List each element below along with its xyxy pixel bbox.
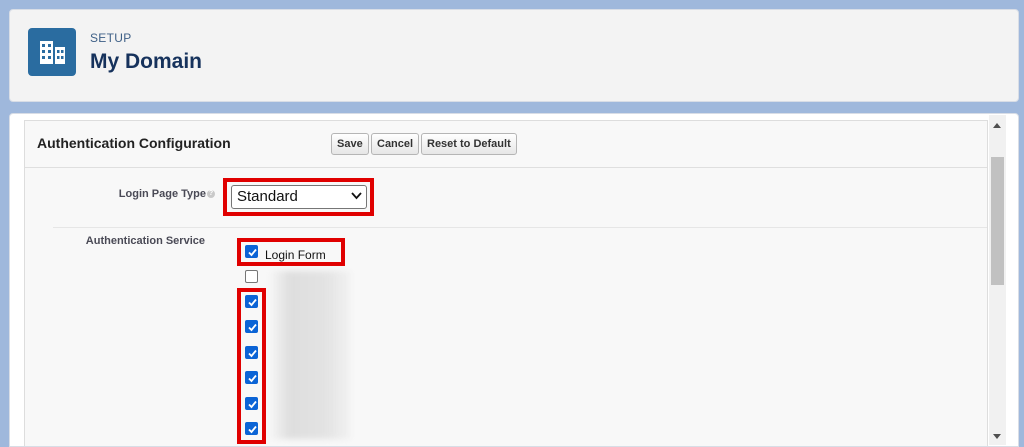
main-content: Authentication Configuration Save Cancel… [9, 113, 1019, 447]
scroll-up-icon[interactable] [993, 123, 1001, 128]
check-icon [248, 248, 257, 257]
redacted-provider-names [269, 271, 351, 439]
section-title: Authentication Configuration [37, 135, 231, 151]
authentication-configuration-panel: Authentication Configuration Save Cancel… [24, 120, 988, 446]
auth-provider-checkbox[interactable] [245, 295, 258, 308]
check-icon [248, 374, 257, 383]
breadcrumb-setup: SETUP [90, 31, 132, 45]
help-icon[interactable]: ? [207, 190, 215, 199]
login-page-type-select[interactable]: Standard [231, 185, 367, 209]
login-form-label: Login Form [265, 248, 326, 262]
authentication-service-label: Authentication Service [85, 235, 205, 247]
check-icon [248, 323, 257, 332]
save-button[interactable]: Save [331, 133, 369, 155]
check-icon [248, 298, 257, 307]
scroll-down-icon[interactable] [993, 434, 1001, 439]
login-page-type-value: Standard [237, 188, 298, 205]
auth-provider-checkbox[interactable] [245, 320, 258, 333]
check-icon [248, 349, 257, 358]
cancel-button[interactable]: Cancel [371, 133, 420, 155]
header-divider [25, 167, 987, 168]
auth-provider-checkbox[interactable] [245, 346, 258, 359]
check-icon [248, 400, 257, 409]
auth-provider-checkbox[interactable] [245, 270, 258, 283]
chevron-down-icon [351, 192, 362, 200]
login-form-checkbox[interactable] [245, 245, 258, 258]
page-header: SETUP My Domain [9, 9, 1019, 102]
auth-provider-checkbox[interactable] [245, 422, 258, 435]
highlight-box [237, 288, 266, 444]
row-divider [53, 227, 987, 228]
scrollbar-thumb[interactable] [991, 157, 1004, 285]
building-icon [28, 28, 76, 76]
reset-to-default-button[interactable]: Reset to Default [421, 133, 517, 155]
auth-provider-checkbox[interactable] [245, 371, 258, 384]
login-page-type-label: Login Page Type? [118, 188, 215, 200]
check-icon [248, 425, 257, 434]
vertical-scrollbar[interactable] [989, 115, 1006, 445]
auth-provider-checkbox[interactable] [245, 397, 258, 410]
page-title: My Domain [90, 50, 203, 73]
